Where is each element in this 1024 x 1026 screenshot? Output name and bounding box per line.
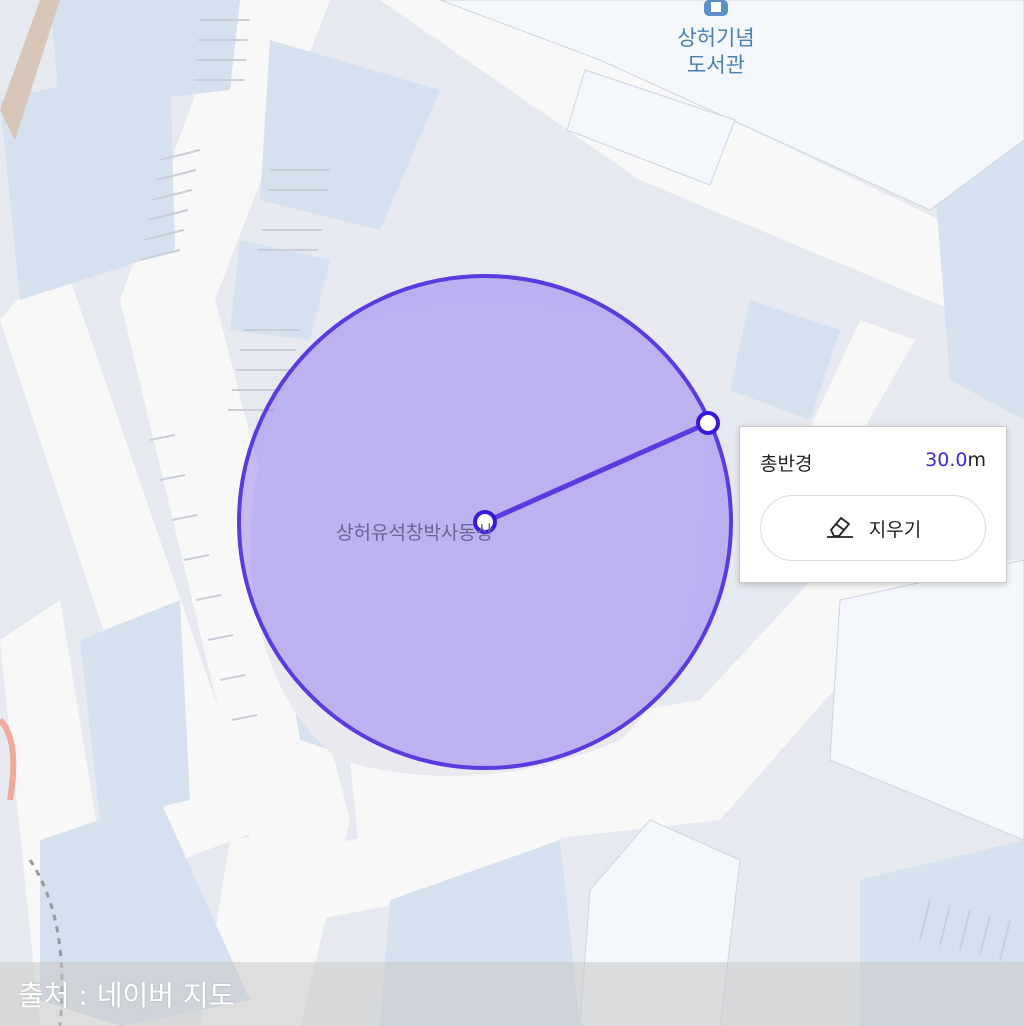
radius-number: 30.0 <box>925 449 968 471</box>
eraser-icon <box>825 514 855 542</box>
erase-button-label: 지우기 <box>868 518 922 541</box>
poi-label-line1: 상허기념 <box>677 26 755 50</box>
source-footer: 출처 : 네이버 지도 <box>0 962 1024 1026</box>
edge-handle[interactable] <box>696 411 720 435</box>
radius-unit: m <box>967 449 986 471</box>
measure-popup: 총반경 30.0m 지우기 <box>739 426 1007 583</box>
total-radius-label: 총반경 <box>760 453 813 475</box>
poi-label-line2: 도서관 <box>687 53 745 77</box>
place-label-statue[interactable]: 상허유석창박사동상 <box>336 518 493 545</box>
library-icon <box>704 0 728 16</box>
source-text: 출처 : 네이버 지도 <box>18 979 235 1012</box>
total-radius-value: 30.0m <box>925 449 986 471</box>
poi-label-library[interactable]: 상허기념 도서관 <box>664 25 768 79</box>
erase-button[interactable]: 지우기 <box>760 495 986 561</box>
